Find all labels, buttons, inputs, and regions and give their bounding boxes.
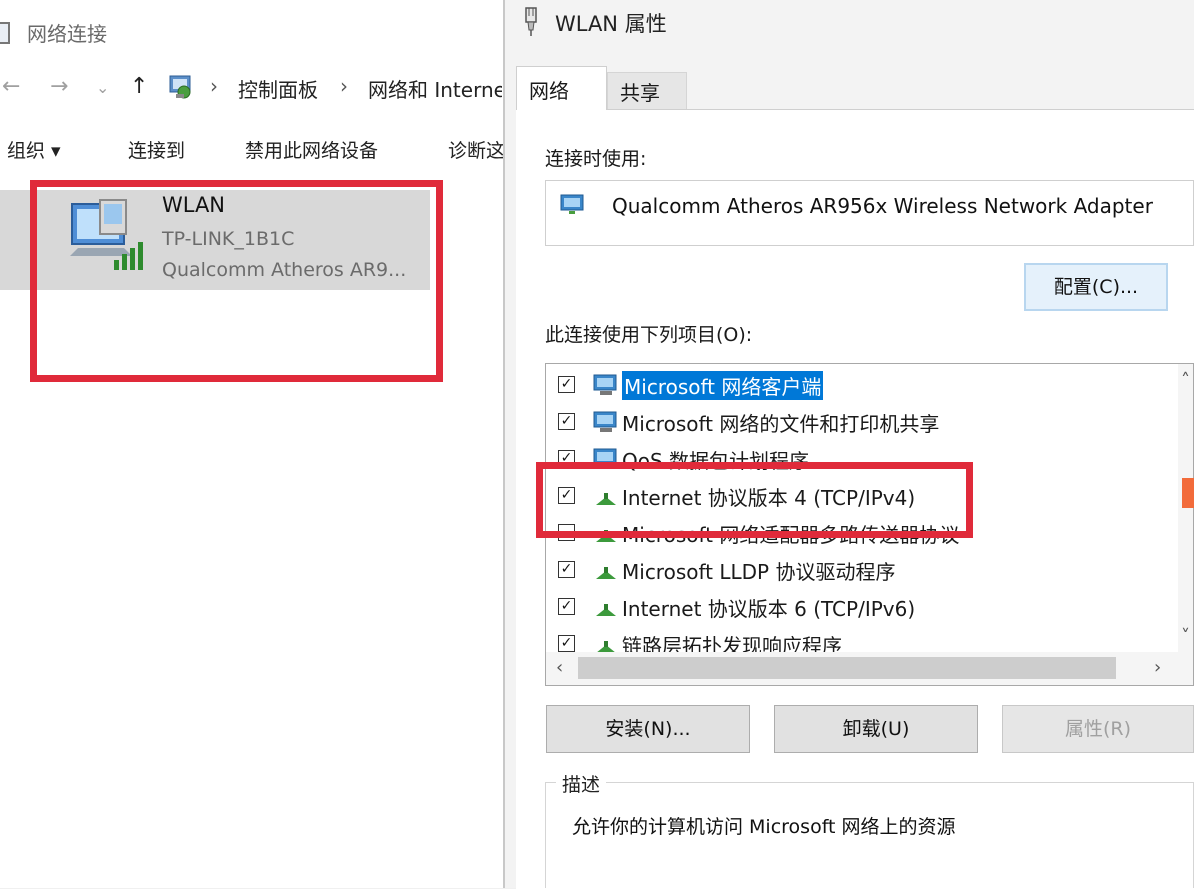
item-label: QoS 数据包计划程序 xyxy=(622,449,810,473)
item-checkbox[interactable]: ✓ xyxy=(558,376,575,393)
item-label: Microsoft LLDP 协议驱动程序 xyxy=(622,560,896,584)
connect-to-button[interactable]: 连接到 xyxy=(128,136,185,163)
folder-icon xyxy=(0,22,10,44)
wireless-connection-icon xyxy=(70,199,143,270)
explorer-titlebar: 网络连接 xyxy=(0,0,503,62)
connection-ssid: TP-LINK_1B1C xyxy=(162,228,295,250)
connect-using-label: 连接时使用: xyxy=(545,148,647,170)
list-item[interactable]: Microsoft 网络适配器多路传送器协议 xyxy=(546,514,1176,551)
network-service-icon xyxy=(593,411,617,432)
tab-sharing[interactable]: 共享 xyxy=(607,72,687,110)
dialog-title: WLAN 属性 xyxy=(555,12,667,36)
organize-menu[interactable]: 组织 ▾ xyxy=(7,136,61,163)
control-panel-icon xyxy=(169,75,191,99)
protocol-icon xyxy=(596,530,616,542)
adapter-name: Qualcomm Atheros AR956x Wireless Network… xyxy=(612,194,1153,218)
protocol-icon xyxy=(596,567,616,579)
item-checkbox[interactable]: ✓ xyxy=(558,413,575,430)
scroll-right-icon[interactable]: › xyxy=(1154,657,1161,678)
item-checkbox[interactable]: ✓ xyxy=(558,598,575,615)
list-item[interactable]: ✓ QoS 数据包计划程序 xyxy=(546,440,1176,477)
item-label: Microsoft 网络适配器多路传送器协议 xyxy=(622,523,960,547)
breadcrumb-control-panel[interactable]: 控制面板 xyxy=(238,74,318,103)
items-label: 此连接使用下列项目(O): xyxy=(545,324,753,346)
explorer-toolbar: 组织 ▾ 连接到 禁用此网络设备 诊断这 xyxy=(0,112,503,176)
breadcrumb-network-internet[interactable]: 网络和 Interne xyxy=(368,74,502,103)
description-text: 允许你的计算机访问 Microsoft 网络上的资源 xyxy=(572,816,956,838)
breadcrumb-separator: › xyxy=(210,74,218,98)
recent-locations-button[interactable]: ⌄ xyxy=(96,78,109,97)
properties-button[interactable]: 属性(R) xyxy=(1002,705,1194,753)
item-checkbox[interactable] xyxy=(558,524,575,541)
scroll-left-icon[interactable]: ‹ xyxy=(556,657,563,678)
explorer-title: 网络连接 xyxy=(27,22,107,46)
forward-button[interactable]: → xyxy=(50,74,68,99)
tab-networking[interactable]: 网络 xyxy=(516,66,607,110)
item-label: Microsoft 网络的文件和打印机共享 xyxy=(622,412,940,436)
list-item[interactable]: ✓ Microsoft 网络客户端 xyxy=(546,366,1176,403)
item-label: Microsoft 网络客户端 xyxy=(622,371,824,400)
breadcrumb-separator: › xyxy=(340,74,348,98)
monitor-icon xyxy=(560,194,584,214)
connection-name: WLAN xyxy=(162,193,226,217)
connection-adapter: Qualcomm Atheros AR9... xyxy=(162,259,407,281)
description-label: 描述 xyxy=(556,770,607,797)
back-button[interactable]: ← xyxy=(2,74,20,99)
uninstall-button[interactable]: 卸载(U) xyxy=(774,705,978,753)
horizontal-scroll-thumb[interactable] xyxy=(578,657,1116,679)
list-item[interactable]: ✓ Internet 协议版本 6 (TCP/IPv6) xyxy=(546,588,1176,625)
scroll-up-icon[interactable]: ˄ xyxy=(1181,370,1190,391)
diagnose-button[interactable]: 诊断这 xyxy=(448,136,503,163)
install-button[interactable]: 安装(N)... xyxy=(546,705,750,753)
network-service-icon xyxy=(593,448,617,469)
protocol-icon xyxy=(596,604,616,616)
item-checkbox[interactable]: ✓ xyxy=(558,561,575,578)
list-item[interactable]: ✓ Microsoft 网络的文件和打印机共享 xyxy=(546,403,1176,440)
side-badge xyxy=(1182,478,1194,508)
scroll-down-icon[interactable]: ˅ xyxy=(1181,626,1190,647)
item-label: Internet 协议版本 4 (TCP/IPv4) xyxy=(622,486,916,510)
configure-button[interactable]: 配置(C)... xyxy=(1024,263,1168,311)
item-checkbox[interactable]: ✓ xyxy=(558,450,575,467)
list-item[interactable]: ✓ Internet 协议版本 4 (TCP/IPv4) xyxy=(546,477,1176,514)
item-label: Internet 协议版本 6 (TCP/IPv6) xyxy=(622,597,916,621)
item-checkbox[interactable]: ✓ xyxy=(558,635,575,652)
network-client-icon xyxy=(593,374,617,395)
protocol-icon xyxy=(596,493,616,505)
item-checkbox[interactable]: ✓ xyxy=(558,487,575,504)
vertical-scrollbar[interactable] xyxy=(1178,364,1193,652)
up-button[interactable]: ↑ xyxy=(130,74,148,99)
list-item[interactable]: ✓ Microsoft LLDP 协议驱动程序 xyxy=(546,551,1176,588)
components-list[interactable]: ✓ Microsoft 网络客户端 ✓ Microsoft 网络的文件和打印机共… xyxy=(545,363,1194,686)
network-adapter-icon xyxy=(525,7,537,36)
disable-device-button[interactable]: 禁用此网络设备 xyxy=(245,136,378,163)
network-connections-window: 网络连接 ← → ⌄ ↑ › 控制面板 › 网络和 Interne 组织 ▾ 连… xyxy=(0,0,503,888)
